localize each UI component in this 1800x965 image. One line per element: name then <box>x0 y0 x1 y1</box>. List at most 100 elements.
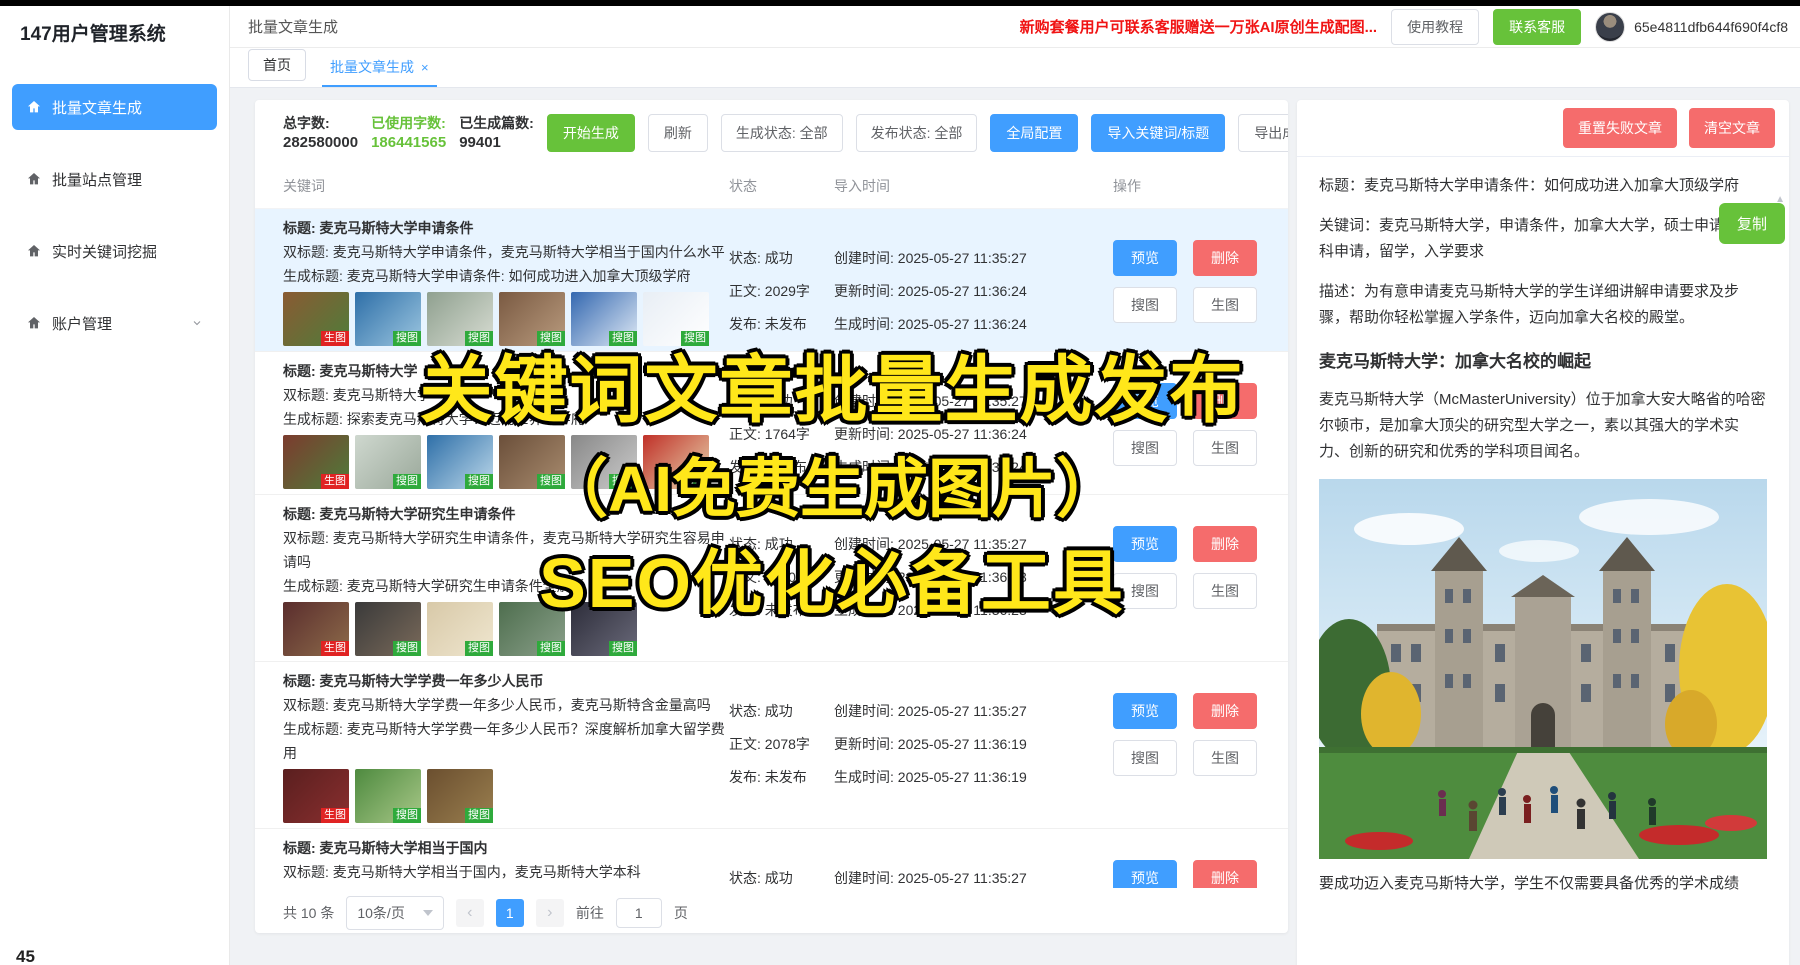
article-thumbnail[interactable]: 搜图 <box>355 769 421 823</box>
delete-button[interactable]: 删除 <box>1193 383 1257 419</box>
article-thumbnail[interactable]: 搜图 <box>427 769 493 823</box>
delete-button[interactable]: 删除 <box>1193 240 1257 276</box>
article-thumbnail[interactable]: 搜图 <box>427 602 493 656</box>
keyword-cell: 标题: 麦克马斯特大学研究生申请条件 双标题: 麦克马斯特大学研究生申请条件，麦… <box>283 502 729 656</box>
stat-value: 282580000 <box>283 133 358 153</box>
page-size-select[interactable]: 10条/页 <box>346 896 443 930</box>
avatar[interactable] <box>1595 12 1625 42</box>
row-gen-title: 生成标题: 麦克马斯特大学申请条件: 如何成功进入加拿大顶级学府 <box>283 264 729 288</box>
table-row[interactable]: 标题: 麦克马斯特大学 双标题: 麦克马斯特大学 生成标题: 探索麦克马斯特大学… <box>255 351 1288 494</box>
row-actions: 预览 删除 搜图 生图 <box>1113 502 1266 656</box>
generate-image-button[interactable]: 生图 <box>1193 740 1257 776</box>
table-row[interactable]: 标题: 麦克马斯特大学学费一年多少人民币 双标题: 麦克马斯特大学学费一年多少人… <box>255 661 1288 828</box>
contact-support-button[interactable]: 联系客服 <box>1493 9 1581 45</box>
tab-batch-article[interactable]: 批量文章生成 × <box>322 48 437 87</box>
global-config-button[interactable]: 全局配置 <box>990 114 1078 152</box>
preview-button[interactable]: 预览 <box>1113 526 1177 562</box>
import-keywords-button[interactable]: 导入关键词/标题 <box>1091 114 1225 152</box>
table-row[interactable]: 标题: 麦克马斯特大学相当于国内 双标题: 麦克马斯特大学相当于国内，麦克马斯特… <box>255 828 1288 888</box>
article-thumbnail[interactable]: 生图 <box>283 292 349 346</box>
copy-button[interactable]: 复制 <box>1719 203 1785 244</box>
article-thumbnail[interactable]: 搜图 <box>499 435 565 489</box>
preview-button[interactable]: 预览 <box>1113 693 1177 729</box>
article-thumbnail[interactable]: 生图 <box>283 602 349 656</box>
article-thumbnail[interactable]: 搜图 <box>571 292 637 346</box>
article-thumbnail[interactable]: 搜图 <box>499 292 565 346</box>
clear-articles-button[interactable]: 清空文章 <box>1689 108 1775 148</box>
sidebar-item-batch-article[interactable]: 批量文章生成 <box>12 84 217 130</box>
search-image-button[interactable]: 搜图 <box>1113 287 1177 323</box>
article-thumbnail[interactable]: 生图 <box>283 769 349 823</box>
sidebar-item-keyword-mining[interactable]: 实时关键词挖掘 <box>12 228 217 274</box>
row-title: 标题: 麦克马斯特大学研究生申请条件 <box>283 502 729 526</box>
generate-image-button[interactable]: 生图 <box>1193 287 1257 323</box>
article-thumbnail[interactable]: 生图 <box>283 435 349 489</box>
thumb-badge: 搜图 <box>609 474 637 489</box>
table-row[interactable]: 标题: 麦克马斯特大学申请条件 双标题: 麦克马斯特大学申请条件，麦克马斯特大学… <box>255 209 1288 351</box>
row-actions: 预览 删除 搜图 生图 <box>1113 359 1266 489</box>
reset-failed-button[interactable]: 重置失败文章 <box>1563 108 1677 148</box>
row-title: 标题: 麦克马斯特大学申请条件 <box>283 216 729 240</box>
publish-label: 发布: <box>729 459 761 475</box>
goto-page-input[interactable] <box>616 898 662 928</box>
start-generate-button[interactable]: 开始生成 <box>547 114 635 152</box>
keyword-cell: 标题: 麦克马斯特大学申请条件 双标题: 麦克马斯特大学申请条件，麦克马斯特大学… <box>283 216 729 346</box>
generated-value: 2025-05-27 11:36:24 <box>898 316 1027 332</box>
preview-button[interactable]: 预览 <box>1113 383 1177 419</box>
updated-value: 2025-05-27 11:36:19 <box>898 736 1027 752</box>
updated-label: 更新时间: <box>834 426 894 442</box>
refresh-button[interactable]: 刷新 <box>648 114 708 152</box>
export-success-button[interactable]: 导出成功文章 <box>1238 114 1288 152</box>
column-header-import-time: 导入时间 <box>834 176 1113 196</box>
row-dual-title: 双标题: 麦克马斯特大学相当于国内，麦克马斯特大学本科 <box>283 860 729 884</box>
preview-button[interactable]: 预览 <box>1113 240 1177 276</box>
generate-image-button[interactable]: 生图 <box>1193 430 1257 466</box>
updated-label: 更新时间: <box>834 736 894 752</box>
article-thumbnail[interactable]: 搜图 <box>355 292 421 346</box>
sidebar-item-batch-site[interactable]: 批量站点管理 <box>12 156 217 202</box>
article-thumbnail[interactable]: 搜图 <box>427 292 493 346</box>
header: 批量文章生成 新购套餐用户可联系客服赠送一万张AI原创生成配图... 使用教程 … <box>230 6 1800 48</box>
preview-button[interactable]: 预览 <box>1113 860 1177 888</box>
sidebar-item-account[interactable]: 账户管理 <box>12 300 217 346</box>
article-thumbnail[interactable]: 搜图 <box>355 435 421 489</box>
article-thumbnail[interactable]: 搜图 <box>571 435 637 489</box>
row-dual-title: 双标题: 麦克马斯特大学 <box>283 383 729 407</box>
article-list-card: 总字数: 282580000 已使用字数: 186441565 已生成篇数: 9… <box>255 100 1288 933</box>
table-row[interactable]: 标题: 麦克马斯特大学研究生申请条件 双标题: 麦克马斯特大学研究生申请条件，麦… <box>255 494 1288 661</box>
delete-button[interactable]: 删除 <box>1193 526 1257 562</box>
time-cell: 创建时间: 2025-05-27 11:35:27 更新时间: 2025-05-… <box>834 669 1113 823</box>
article-thumbnail[interactable]: 搜图 <box>643 292 709 346</box>
article-thumbnail[interactable]: 搜图 <box>643 435 709 489</box>
tutorial-button[interactable]: 使用教程 <box>1391 9 1479 45</box>
thumb-badge: 生图 <box>321 331 349 346</box>
page-number-button[interactable]: 1 <box>496 899 524 927</box>
gen-status-filter[interactable]: 生成状态: 全部 <box>721 114 843 152</box>
search-image-button[interactable]: 搜图 <box>1113 740 1177 776</box>
prev-page-button[interactable]: ‹ <box>456 899 484 927</box>
status-label: 状态: <box>729 393 761 409</box>
time-cell: 创建时间: 2025-05-27 11:35:27 更新时间: 2025-05-… <box>834 836 1113 888</box>
generate-image-button[interactable]: 生图 <box>1193 573 1257 609</box>
home-icon <box>26 243 42 259</box>
delete-button[interactable]: 删除 <box>1193 860 1257 888</box>
preview-body: ▲ 复制 标题：麦克马斯特大学申请条件：如何成功进入加拿大顶级学府 关键词：麦克… <box>1297 156 1789 897</box>
article-thumbnail[interactable]: 搜图 <box>571 602 637 656</box>
pub-status-filter[interactable]: 发布状态: 全部 <box>856 114 978 152</box>
created-label: 创建时间: <box>834 393 894 409</box>
article-heading: 麦克马斯特大学：加拿大名校的崛起 <box>1319 349 1767 375</box>
article-thumbnail[interactable]: 搜图 <box>427 435 493 489</box>
article-thumbnail[interactable]: 搜图 <box>499 602 565 656</box>
delete-button[interactable]: 删除 <box>1193 693 1257 729</box>
thumb-badge: 搜图 <box>681 331 709 346</box>
article-thumbnail[interactable]: 搜图 <box>355 602 421 656</box>
tab-label: 批量文章生成 <box>330 57 414 77</box>
updated-value: 2025-05-27 11:36:24 <box>898 426 1027 442</box>
publish-label: 发布: <box>729 769 761 785</box>
tab-home[interactable]: 首页 <box>248 49 306 81</box>
close-icon[interactable]: × <box>421 60 429 75</box>
next-page-button[interactable]: › <box>536 899 564 927</box>
search-image-button[interactable]: 搜图 <box>1113 430 1177 466</box>
thumb-badge: 搜图 <box>537 331 565 346</box>
search-image-button[interactable]: 搜图 <box>1113 573 1177 609</box>
